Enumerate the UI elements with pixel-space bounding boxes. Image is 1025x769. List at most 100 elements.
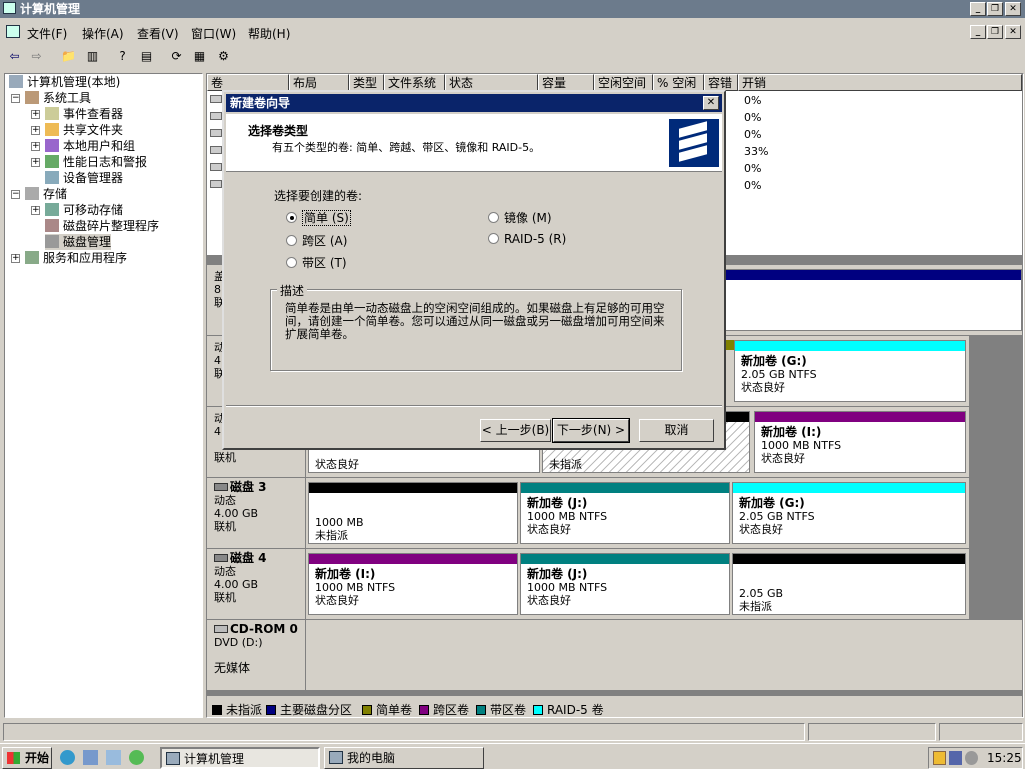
console-tree: 计算机管理(本地) − 系统工具 + 事件查看器 + 共享文件夹 + 本地用户和… <box>4 73 203 718</box>
status-panel <box>939 723 1023 741</box>
tree-perf-logs[interactable]: 性能日志和警报 <box>45 154 147 170</box>
col-free-space[interactable]: 空闲空间 <box>594 74 653 91</box>
volume-row-icon[interactable] <box>210 95 222 103</box>
col-filesystem[interactable]: 文件系统 <box>384 74 445 91</box>
task-my-computer[interactable]: 我的电脑 <box>324 747 484 769</box>
expand-icon[interactable]: + <box>31 142 40 151</box>
menu-help[interactable]: 帮助(H) <box>248 25 290 42</box>
partition[interactable]: 2.05 GB 未指派 <box>732 553 966 615</box>
show-hide-tree-icon[interactable]: ▥ <box>84 48 101 65</box>
network-icon[interactable] <box>949 751 962 765</box>
expand-icon[interactable]: + <box>31 158 40 167</box>
volume-row-icon[interactable] <box>210 163 222 171</box>
shield-icon[interactable] <box>933 751 946 765</box>
col-layout[interactable]: 布局 <box>289 74 349 91</box>
menu-view[interactable]: 查看(V) <box>137 25 179 42</box>
col-volume[interactable]: 卷 <box>207 74 289 91</box>
media-player-icon[interactable] <box>129 750 144 765</box>
refresh-icon[interactable]: ⟳ <box>168 48 185 65</box>
next-button[interactable]: 下一步(N) > <box>552 418 630 443</box>
app-menu-icon[interactable] <box>6 25 20 38</box>
dialog-titlebar[interactable]: 新建卷向导 ✕ <box>226 94 722 112</box>
partition[interactable]: 新加卷 (J:) 1000 MB NTFS 状态良好 <box>520 482 730 544</box>
back-button[interactable]: < 上一步(B) <box>480 419 551 442</box>
collapse-icon[interactable]: − <box>11 190 20 199</box>
tools-icon <box>25 91 39 104</box>
volume-row-icon[interactable] <box>210 146 222 154</box>
help-center-icon[interactable] <box>83 750 98 765</box>
radio-striped[interactable]: 带区 (T) <box>286 254 347 271</box>
expand-icon[interactable]: + <box>31 206 40 215</box>
close-button[interactable]: ✕ <box>1005 2 1021 16</box>
tree-local-users[interactable]: 本地用户和组 <box>45 138 135 154</box>
menu-file[interactable]: 文件(F) <box>27 25 67 42</box>
shared-folder-icon <box>45 123 59 136</box>
minimize-button[interactable]: _ <box>970 2 986 16</box>
volume-icon[interactable] <box>965 751 978 765</box>
window-titlebar[interactable]: 计算机管理 _ ❐ ✕ <box>0 0 1025 18</box>
tree-disk-management[interactable]: 磁盘管理 <box>45 234 112 250</box>
start-button[interactable]: 开始 <box>2 747 52 769</box>
volume-row-icon[interactable] <box>210 180 222 188</box>
partition[interactable]: 1000 MB 未指派 <box>308 482 518 544</box>
dialog-close-button[interactable]: ✕ <box>703 96 719 110</box>
partition[interactable]: 新加卷 (I:) 1000 MB NTFS 状态良好 <box>308 553 518 615</box>
tree-storage[interactable]: 存储 <box>25 186 67 202</box>
radio-raid5[interactable]: RAID-5 (R) <box>488 232 566 246</box>
tree-root[interactable]: 计算机管理(本地) <box>9 74 120 90</box>
partition[interactable]: 新加卷 (J:) 1000 MB NTFS 状态良好 <box>520 553 730 615</box>
up-folder-icon[interactable]: 📁 <box>60 48 77 65</box>
col-type[interactable]: 类型 <box>349 74 384 91</box>
cancel-button[interactable]: 取消 <box>639 419 714 442</box>
back-arrow-icon[interactable]: ⇦ <box>6 48 23 65</box>
child-close-button[interactable]: ✕ <box>1005 25 1021 39</box>
clock[interactable]: 15:25 <box>987 751 1022 765</box>
tree-removable-storage[interactable]: 可移动存储 <box>45 202 123 218</box>
menu-action[interactable]: 操作(A) <box>82 25 124 42</box>
radio-mirrored[interactable]: 镜像 (M) <box>488 209 552 226</box>
disk-name: 磁盘 4 <box>230 551 267 565</box>
disk-type: DVD (D:) <box>214 636 263 649</box>
expand-icon[interactable]: + <box>31 126 40 135</box>
radio-simple[interactable]: 简单 (S) <box>286 209 351 226</box>
partition-size: 1000 MB NTFS <box>527 581 608 594</box>
tree-defrag[interactable]: 磁盘碎片整理程序 <box>45 218 159 234</box>
task-computer-management[interactable]: 计算机管理 <box>160 747 320 769</box>
col-overhead[interactable]: 开销 <box>738 74 1022 91</box>
partition[interactable]: 新加卷 (G:) 2.05 GB NTFS 状态良好 <box>734 340 966 402</box>
disk-row[interactable]: 磁盘 4 动态 4.00 GB 联机 新加卷 (I:) 1000 MB NTFS 状… <box>207 549 969 619</box>
removable-storage-icon <box>45 203 59 216</box>
settings-icon[interactable]: ⚙ <box>215 48 232 65</box>
tree-services[interactable]: 服务和应用程序 <box>25 250 127 266</box>
collapse-icon[interactable]: − <box>11 94 20 103</box>
help-icon[interactable]: ? <box>114 48 131 65</box>
export-icon[interactable]: ▦ <box>191 48 208 65</box>
tree-shared-folders[interactable]: 共享文件夹 <box>45 122 123 138</box>
menu-window[interactable]: 窗口(W) <box>191 25 236 42</box>
forward-arrow-icon[interactable]: ⇨ <box>28 48 45 65</box>
overhead-value: 0% <box>744 162 762 175</box>
partition-title: 新加卷 (I:) <box>315 567 376 581</box>
radio-spanned[interactable]: 跨区 (A) <box>286 232 347 249</box>
partition[interactable]: 新加卷 (I:) 1000 MB NTFS 状态良好 <box>754 411 966 473</box>
col-fault-tolerance[interactable]: 容错 <box>704 74 738 91</box>
disk-row[interactable]: 磁盘 3 动态 4.00 GB 联机 1000 MB 未指派 新加卷 (J:) 10… <box>207 478 969 548</box>
desktop-icon[interactable] <box>106 750 121 765</box>
expand-icon[interactable]: + <box>31 110 40 119</box>
expand-icon[interactable]: + <box>11 254 20 263</box>
col-percent-free[interactable]: % 空闲 <box>653 74 704 91</box>
disk-row[interactable]: CD-ROM 0 DVD (D:) 无媒体 <box>207 620 1022 690</box>
tree-system-tools[interactable]: 系统工具 <box>25 90 91 106</box>
col-capacity[interactable]: 容量 <box>538 74 594 91</box>
tree-event-viewer[interactable]: 事件查看器 <box>45 106 123 122</box>
internet-explorer-icon[interactable] <box>60 750 75 765</box>
col-status[interactable]: 状态 <box>445 74 538 91</box>
volume-row-icon[interactable] <box>210 112 222 120</box>
properties-icon[interactable]: ▤ <box>138 48 155 65</box>
child-minimize-button[interactable]: _ <box>970 25 986 39</box>
volume-row-icon[interactable] <box>210 129 222 137</box>
partition[interactable]: 新加卷 (G:) 2.05 GB NTFS 状态良好 <box>732 482 966 544</box>
child-restore-button[interactable]: ❐ <box>987 25 1003 39</box>
restore-button[interactable]: ❐ <box>987 2 1003 16</box>
tree-device-manager[interactable]: 设备管理器 <box>45 170 123 186</box>
